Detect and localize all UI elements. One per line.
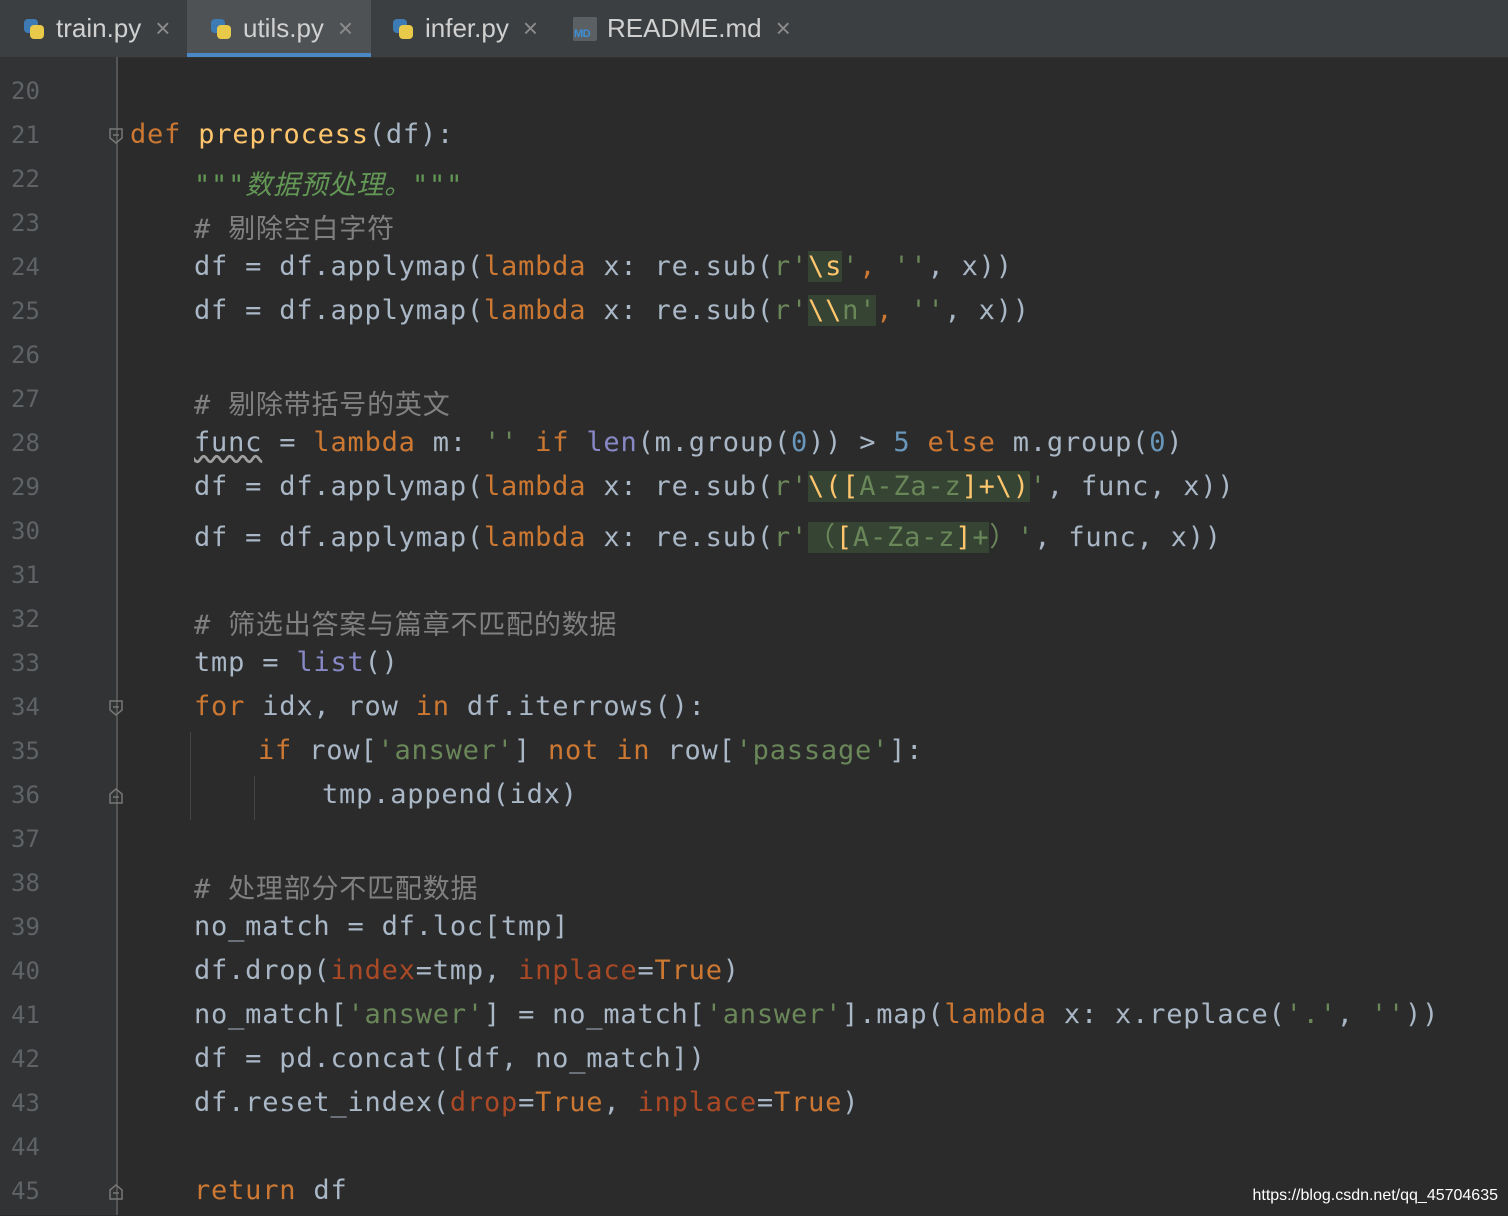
tab-readme-md[interactable]: MD README.md × <box>551 0 801 57</box>
code-line: 23 # 剔除空白字符 <box>11 209 395 245</box>
code-line: 34 for idx, row in df.iterrows(): <box>11 691 706 722</box>
close-icon[interactable]: × <box>523 13 538 44</box>
code-line: 31 <box>11 561 40 589</box>
code-line: 25 df = df.applymap(lambda x: re.sub(r'\… <box>11 295 1030 326</box>
code-line: 22 """数据预处理。""" <box>11 165 464 201</box>
code-line: 41 no_match['answer'] = no_match['answer… <box>11 999 1440 1030</box>
code-line: 21 def preprocess(df): <box>11 119 455 150</box>
tab-train-py[interactable]: train.py × <box>0 0 187 57</box>
code-line: 42 df = pd.concat([df, no_match]) <box>11 1043 706 1074</box>
tab-label: README.md <box>607 13 762 43</box>
code-line: 38 # 处理部分不匹配数据 <box>11 869 479 905</box>
code-line: 37 <box>11 825 40 853</box>
close-icon[interactable]: × <box>338 13 353 44</box>
code-line: 24 df = df.applymap(lambda x: re.sub(r'\… <box>11 251 1013 282</box>
fold-open-icon[interactable] <box>108 700 124 716</box>
watermark: https://blog.csdn.net/qq_45704635 <box>1252 1187 1498 1204</box>
python-file-icon <box>391 17 415 41</box>
python-file-icon <box>22 17 46 41</box>
tab-label: train.py <box>56 13 142 43</box>
tab-infer-py[interactable]: infer.py × <box>371 0 551 57</box>
fold-close-icon[interactable] <box>108 1184 124 1200</box>
code-line: 44 <box>11 1133 40 1161</box>
markdown-file-icon: MD <box>573 16 597 41</box>
code-line: 30 df = df.applymap(lambda x: re.sub(r'（… <box>11 517 1222 553</box>
code-line: 43 df.reset_index(drop=True, inplace=Tru… <box>11 1087 860 1118</box>
code-line: 27 # 剔除带括号的英文 <box>11 385 451 421</box>
editor-tab-bar: train.py × utils.py × infer.py × MD READ… <box>0 0 1508 58</box>
tab-label: utils.py <box>243 13 324 43</box>
fold-close-icon[interactable] <box>108 788 124 804</box>
fold-open-icon[interactable] <box>108 128 124 144</box>
code-line: 29 df = df.applymap(lambda x: re.sub(r'\… <box>11 471 1235 502</box>
code-line: 32 # 筛选出答案与篇章不匹配的数据 <box>11 605 618 641</box>
tab-label: infer.py <box>425 13 509 43</box>
code-line: 40 df.drop(index=tmp, inplace=True) <box>11 955 740 986</box>
code-line: 39 no_match = df.loc[tmp] <box>11 911 570 942</box>
code-line: 33 tmp = list() <box>11 647 399 678</box>
close-icon[interactable]: × <box>776 13 791 44</box>
close-icon[interactable]: × <box>155 13 170 44</box>
code-line: 20 <box>11 77 40 105</box>
code-line: 35 if row['answer'] not in row['passage'… <box>11 735 924 766</box>
code-line: 36 tmp.append(idx) <box>11 779 578 810</box>
code-line: 28 func = lambda m: '' if len(m.group(0)… <box>11 427 1184 458</box>
code-line: 26 <box>11 341 40 369</box>
tab-utils-py[interactable]: utils.py × <box>187 0 371 57</box>
python-file-icon <box>209 17 233 41</box>
